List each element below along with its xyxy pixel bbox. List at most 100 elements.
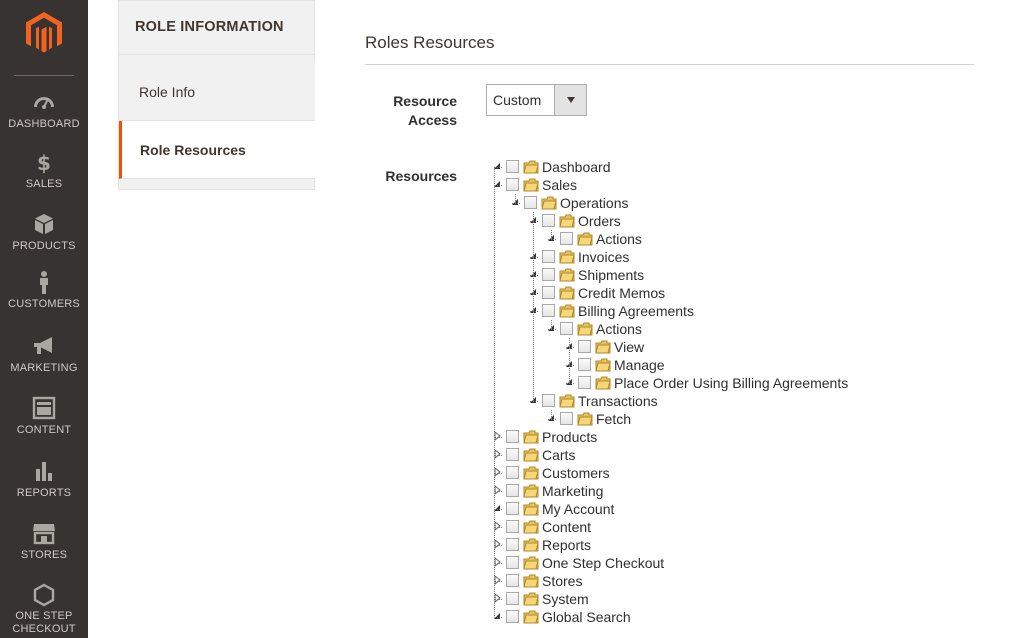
tree-checkbox[interactable]: [542, 286, 555, 299]
folder-icon: [559, 268, 575, 282]
tree-checkbox[interactable]: [506, 538, 519, 551]
tree-checkbox[interactable]: [560, 322, 573, 335]
tree-node-label[interactable]: Transactions: [578, 392, 658, 410]
tree-connector: [494, 545, 502, 546]
tab-role-resources[interactable]: Role Resources: [119, 121, 315, 179]
nav-item-one-step-checkout[interactable]: ONE STEP CHECKOUT: [0, 583, 88, 635]
tree-connector: [551, 230, 552, 239]
tab-role-info[interactable]: Role Info: [119, 63, 315, 121]
tree-checkbox[interactable]: [506, 484, 519, 497]
tree-checkbox[interactable]: [506, 430, 519, 443]
tree-checkbox[interactable]: [506, 574, 519, 587]
folder-icon: [523, 466, 539, 480]
tree-node-label[interactable]: Content: [542, 518, 591, 536]
tree-checkbox[interactable]: [506, 178, 519, 191]
nav-item-customers[interactable]: CUSTOMERS: [0, 270, 88, 328]
tree-node-label[interactable]: Carts: [542, 446, 575, 464]
tree-node-label[interactable]: Place Order Using Billing Agreements: [614, 374, 848, 392]
nav-item-marketing[interactable]: MARKETING: [0, 334, 88, 392]
box-icon: [35, 214, 53, 234]
folder-icon: [523, 178, 539, 192]
tree-node-label[interactable]: System: [542, 590, 589, 608]
tree-node-label[interactable]: Global Search: [542, 608, 631, 626]
tree-checkbox[interactable]: [506, 448, 519, 461]
tree-node-label[interactable]: Sales: [542, 176, 577, 194]
tree-checkbox[interactable]: [506, 466, 519, 479]
tree-node-label[interactable]: One Step Checkout: [542, 554, 664, 572]
tree-checkbox[interactable]: [578, 340, 591, 353]
tree-connector: [494, 473, 502, 474]
tree-connector: [494, 455, 502, 456]
tree-checkbox[interactable]: [506, 610, 519, 623]
tree-node-label[interactable]: Invoices: [578, 248, 629, 266]
tree-node-label[interactable]: Shipments: [578, 266, 644, 284]
tree-node-label[interactable]: Dashboard: [542, 158, 611, 176]
tree-checkbox[interactable]: [578, 376, 591, 389]
nav-item-sales[interactable]: $ SALES: [0, 150, 88, 208]
tree-checkbox[interactable]: [506, 556, 519, 569]
tree-node-label[interactable]: Stores: [542, 572, 582, 590]
folder-icon: [523, 430, 539, 444]
tree-connector: [566, 347, 574, 348]
tree-node-label[interactable]: Credit Memos: [578, 284, 665, 302]
tree-connector: [551, 320, 552, 329]
tree-node-label[interactable]: My Account: [542, 500, 614, 518]
svg-text:$: $: [37, 151, 51, 174]
megaphone-icon: [34, 337, 52, 354]
tree-checkbox[interactable]: [542, 268, 555, 281]
nav-item-reports[interactable]: REPORTS: [0, 459, 88, 517]
tree-connector: [494, 167, 502, 168]
tree-node-label[interactable]: Actions: [596, 320, 642, 338]
tree-node-label[interactable]: View: [614, 338, 644, 356]
tree-node-label[interactable]: Products: [542, 428, 597, 446]
tree-connector: [566, 383, 574, 384]
dollar-icon: $: [37, 151, 51, 174]
tree-node-label[interactable]: Operations: [560, 194, 628, 212]
folder-icon: [559, 214, 575, 228]
tree-checkbox[interactable]: [542, 214, 555, 227]
folder-icon: [541, 196, 557, 210]
folder-icon: [595, 376, 611, 390]
nav-item-stores[interactable]: STORES: [0, 521, 88, 579]
folder-icon: [523, 502, 539, 516]
folder-icon: [595, 358, 611, 372]
folder-icon: [523, 610, 539, 624]
tree-checkbox[interactable]: [542, 250, 555, 263]
magento-logo-icon[interactable]: [26, 12, 62, 54]
tree-checkbox[interactable]: [560, 232, 573, 245]
tree-connector: [494, 527, 502, 528]
tree-node-label[interactable]: Actions: [596, 230, 642, 248]
resources-label: Resources: [385, 168, 457, 184]
tree-connector: [494, 491, 502, 492]
tree-connector: [494, 563, 502, 564]
tree-checkbox[interactable]: [578, 358, 591, 371]
tree-node-label[interactable]: Fetch: [596, 410, 631, 428]
tree-node-label[interactable]: Customers: [542, 464, 610, 482]
tree-node-label[interactable]: Manage: [614, 356, 665, 374]
tree-node-label[interactable]: Orders: [578, 212, 621, 230]
tree-connector: [494, 437, 502, 438]
tree-checkbox[interactable]: [506, 592, 519, 605]
tree-node-label[interactable]: Marketing: [542, 482, 603, 500]
folder-icon: [559, 394, 575, 408]
tree-node-label[interactable]: Billing Agreements: [578, 302, 694, 320]
tree-checkbox[interactable]: [506, 520, 519, 533]
bar-chart-icon: [36, 462, 52, 481]
tree-checkbox[interactable]: [506, 160, 519, 173]
tree-checkbox[interactable]: [542, 304, 555, 317]
resource-access-select[interactable]: Custom: [486, 84, 587, 116]
tree-checkbox[interactable]: [506, 502, 519, 515]
tree-checkbox[interactable]: [524, 196, 537, 209]
tree-node-label[interactable]: Reports: [542, 536, 591, 554]
nav-item-products[interactable]: PRODUCTS: [0, 212, 88, 270]
folder-icon: [523, 556, 539, 570]
tree-checkbox[interactable]: [542, 394, 555, 407]
nav-item-content[interactable]: CONTENT: [0, 396, 88, 454]
folder-icon: [523, 484, 539, 498]
tree-connector: [494, 185, 502, 186]
tree-checkbox[interactable]: [560, 412, 573, 425]
nav-item-dashboard[interactable]: DASHBOARD: [0, 90, 88, 148]
resource-access-value: Custom: [493, 92, 542, 108]
chevron-down-icon[interactable]: [554, 85, 586, 115]
folder-icon: [595, 340, 611, 354]
